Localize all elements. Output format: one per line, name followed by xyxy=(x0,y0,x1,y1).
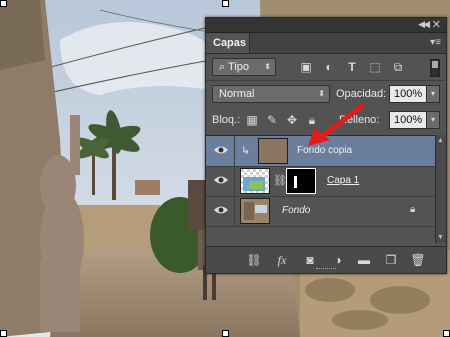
layers-action-bar: ⛓ fx ◙ ◑ ▬ ❐ 🗑︎ xyxy=(206,246,446,273)
opacity-input[interactable]: 100% xyxy=(389,85,427,103)
selection-handle[interactable] xyxy=(222,330,229,337)
panel-menu-icon[interactable]: ▾≡ xyxy=(430,37,441,48)
lock-icon: 🔒︎ xyxy=(410,204,416,215)
chevron-updown-icon: ⬍ xyxy=(264,62,271,71)
lock-transparent-pixels-icon[interactable]: ▦ xyxy=(244,112,260,128)
clipping-arrow-icon: ↳ xyxy=(241,145,251,157)
selection-handle[interactable] xyxy=(443,330,450,337)
new-layer-icon[interactable]: ❐ xyxy=(383,252,399,268)
link-icon[interactable]: ⛓ xyxy=(246,252,262,268)
chain-link-icon[interactable]: ⛓ xyxy=(273,174,287,187)
new-group-icon[interactable]: ▬ xyxy=(356,252,372,268)
layer-thumbnail[interactable] xyxy=(240,168,270,194)
adjustment-filter-icon[interactable]: ◐ xyxy=(321,59,337,75)
adjustment-layer-icon[interactable]: ◑ xyxy=(330,252,346,268)
filter-row: ⌕ Tipo ⬍ ▣ ◐ T ⬚ ⧉ xyxy=(206,54,446,80)
selection-handle[interactable] xyxy=(0,0,7,7)
smart-object-filter-icon[interactable]: ⧉ xyxy=(390,59,406,75)
opacity-label: Opacidad: xyxy=(336,88,387,100)
search-icon: ⌕ xyxy=(219,61,229,73)
trash-icon[interactable]: 🗑︎ xyxy=(410,252,426,268)
lock-label: Bloq.: xyxy=(212,114,241,126)
resize-grip[interactable] xyxy=(316,268,336,272)
layer-row[interactable]: ⛓ Capa 1 xyxy=(206,166,436,197)
opacity-dropdown-arrow[interactable]: ▾ xyxy=(426,85,440,103)
layer-name[interactable]: Capa 1 xyxy=(327,175,359,186)
panel-tab-row: Capas ▾≡ xyxy=(206,33,446,54)
layer-name[interactable]: Fondo xyxy=(282,205,310,216)
image-filter-icon[interactable]: ▣ xyxy=(298,59,314,75)
layer-thumbnail[interactable] xyxy=(240,198,270,224)
visibility-toggle[interactable] xyxy=(206,166,235,196)
layer-row[interactable]: Fondo 🔒︎ xyxy=(206,196,436,227)
lock-position-icon[interactable]: ✥ xyxy=(284,112,300,128)
eye-icon xyxy=(214,176,228,184)
layer-list: ↳ Fondo copia ⛓ Capa 1 Fondo 🔒︎ xyxy=(206,135,446,244)
filter-toggle[interactable] xyxy=(430,59,440,77)
filter-kind-dropdown[interactable]: ⌕ Tipo ⬍ xyxy=(212,58,276,76)
fx-icon[interactable]: fx xyxy=(274,252,290,268)
layer-list-scrollbar[interactable]: ▲ ▼ xyxy=(435,135,446,243)
add-mask-icon[interactable]: ◙ xyxy=(302,252,318,268)
layer-thumbnail[interactable] xyxy=(258,138,288,164)
filter-kind-label: Tipo xyxy=(228,61,250,73)
scroll-down-icon[interactable]: ▼ xyxy=(437,234,444,241)
type-filter-icon[interactable]: T xyxy=(344,59,360,75)
scroll-up-icon[interactable]: ▲ xyxy=(437,137,444,144)
selection-handle[interactable] xyxy=(0,330,7,337)
tab-layers[interactable]: Capas xyxy=(206,33,250,53)
fill-dropdown-arrow[interactable]: ▾ xyxy=(426,111,440,129)
fill-input[interactable]: 100% xyxy=(389,111,427,129)
selection-handle[interactable] xyxy=(222,0,229,7)
collapse-panel-icon[interactable]: ◀◀ xyxy=(418,19,430,30)
blend-mode-value: Normal xyxy=(219,88,255,100)
close-icon[interactable]: ✕ xyxy=(432,18,441,31)
shape-filter-icon[interactable]: ⬚ xyxy=(367,59,383,75)
eye-icon xyxy=(214,206,228,214)
panel-title-bar[interactable]: ◀◀ ✕ xyxy=(206,18,446,33)
visibility-toggle[interactable] xyxy=(206,196,235,226)
eye-icon xyxy=(214,146,228,154)
layer-mask-thumbnail[interactable] xyxy=(286,168,316,194)
visibility-toggle[interactable] xyxy=(206,136,235,166)
lock-image-pixels-icon[interactable]: ✎ xyxy=(264,112,280,128)
annotation-arrow-icon xyxy=(308,103,365,146)
